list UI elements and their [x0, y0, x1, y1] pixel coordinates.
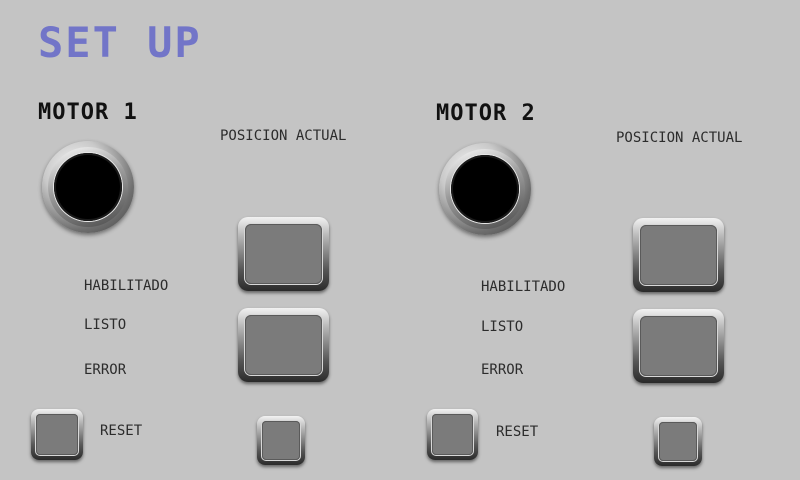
- motor-1-indicator-lamp: [54, 153, 122, 221]
- motor-2-enabled-label: HABILITADO: [481, 279, 566, 295]
- motor-2-enable-button[interactable]: [633, 218, 724, 292]
- motor-1-position-label: POSICION ACTUAL: [220, 128, 347, 144]
- motor-2-enable-button-face: [640, 225, 717, 285]
- motor-2-position-label: POSICION ACTUAL: [616, 130, 743, 146]
- motor-2-ready-button[interactable]: [633, 309, 724, 383]
- page-title: SET UP: [38, 18, 202, 67]
- motor-2-ready-label: LISTO: [481, 319, 524, 335]
- motor-2-reset-button[interactable]: [427, 409, 478, 460]
- motor-2-reset-button-face: [432, 414, 473, 455]
- motor-1-enabled-label: HABILITADO: [84, 278, 169, 294]
- motor-1-error-label: ERROR: [84, 362, 127, 378]
- motor-1-ready-button[interactable]: [238, 308, 329, 382]
- motor-1-reset-button[interactable]: [31, 409, 83, 460]
- motor-1-status-indicator: [42, 141, 134, 233]
- motor-2-ready-button-face: [640, 316, 717, 376]
- motor-1-enable-button-face: [245, 224, 322, 284]
- motor-1-aux-button-face: [262, 421, 300, 460]
- motor-1-enable-button[interactable]: [238, 217, 329, 291]
- motor-2-aux-button-face: [659, 422, 697, 461]
- motor-2-status-indicator: [439, 143, 531, 235]
- motor-1-title: MOTOR 1: [38, 100, 138, 125]
- motor-1-reset-label: RESET: [100, 423, 143, 439]
- motor-1-ready-label: LISTO: [84, 317, 127, 333]
- motor-2-error-label: ERROR: [481, 362, 524, 378]
- motor-2-reset-label: RESET: [496, 424, 539, 440]
- motor-2-title: MOTOR 2: [436, 101, 536, 126]
- motor-2-aux-button[interactable]: [654, 417, 702, 466]
- motor-1-ready-button-face: [245, 315, 322, 375]
- motor-1-aux-button[interactable]: [257, 416, 305, 465]
- motor-1-reset-button-face: [36, 414, 78, 455]
- motor-2-indicator-lamp: [451, 155, 519, 223]
